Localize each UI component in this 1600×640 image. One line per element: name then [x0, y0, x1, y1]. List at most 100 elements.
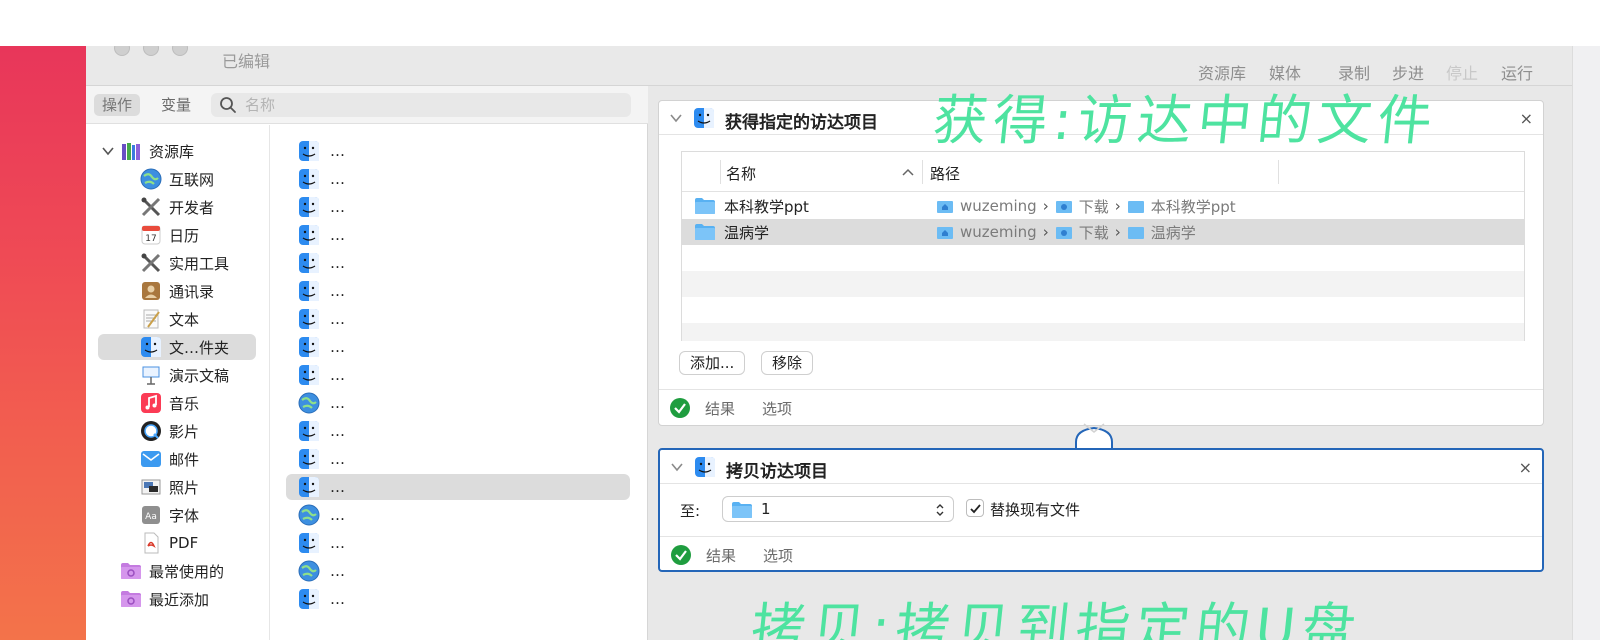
tree-item-library[interactable]: 资源库: [100, 138, 258, 164]
action-list-item[interactable]: …: [286, 166, 630, 192]
chevron-down-icon[interactable]: [669, 111, 683, 125]
svg-text:17: 17: [145, 234, 156, 244]
action-copy-finder-items[interactable]: 拷贝访达项目 × 至: 1 替换现有文件 结果 选项: [658, 448, 1544, 572]
action-list-item[interactable]: …: [286, 558, 630, 584]
finder-icon: [298, 308, 320, 330]
column-name[interactable]: 名称: [726, 163, 756, 184]
tree-item-label: 最常使用的: [149, 562, 225, 581]
desktop-wallpaper: [0, 46, 86, 640]
finder-icon: [298, 280, 320, 302]
chevron-down-icon[interactable]: [100, 143, 116, 159]
tree-item-smart-group[interactable]: 最常使用的: [120, 558, 278, 584]
folder-icon: [732, 502, 752, 518]
action-list-item-label: …: [330, 478, 345, 496]
destination-label: 至:: [680, 502, 701, 520]
action-list-item[interactable]: …: [286, 474, 630, 500]
options-button[interactable]: 选项: [762, 398, 792, 419]
action-list-item[interactable]: …: [286, 502, 630, 528]
library-toolbar: 操作 变量: [86, 86, 648, 124]
action-list-item[interactable]: …: [286, 334, 630, 360]
action-list-item-label: …: [330, 366, 345, 384]
close-icon[interactable]: ×: [1520, 109, 1533, 128]
close-icon[interactable]: ×: [1519, 458, 1532, 477]
action-list-item-label: …: [330, 198, 345, 216]
action-list-item-label: …: [330, 562, 345, 580]
tree-item-label: 日历: [169, 226, 200, 245]
action-list-item-label: …: [330, 506, 345, 524]
minimize-window-button[interactable]: [143, 46, 159, 56]
item-name: 本科教学ppt: [724, 197, 809, 216]
destination-select[interactable]: 1: [722, 496, 954, 522]
action-list-item[interactable]: …: [286, 446, 630, 472]
globe-icon: [298, 392, 320, 414]
finder-icon: [298, 420, 320, 442]
globe-icon: [298, 504, 320, 526]
tab-actions[interactable]: 操作: [94, 94, 141, 116]
tree-item-category[interactable]: 文…件夹: [98, 334, 256, 360]
zoom-window-button[interactable]: [172, 46, 188, 56]
replace-existing-checkbox[interactable]: [966, 499, 984, 517]
mail-icon: [140, 448, 162, 470]
remove-item-button[interactable]: 移除: [761, 351, 814, 375]
tab-variables[interactable]: 变量: [153, 94, 199, 116]
checkmark-icon: [970, 504, 981, 514]
folder-icon: [695, 224, 715, 240]
table-row[interactable]: 本科教学ppt wuzeming › 下载 › 本科教学ppt: [682, 193, 1524, 219]
library-pane: 操作 变量 资源库互联网开发者 17 日历实用工具通讯录文本文…件夹演示文稿音乐影片…: [86, 86, 648, 640]
globe-icon: [140, 168, 162, 190]
action-list-item[interactable]: …: [286, 390, 630, 416]
finder-icon: [298, 224, 320, 246]
home-folder-icon: [937, 201, 953, 213]
home-folder-icon: [937, 227, 953, 239]
action-list-item[interactable]: …: [286, 138, 630, 164]
action-list-item[interactable]: …: [286, 530, 630, 556]
action-list-item-label: …: [330, 310, 345, 328]
finder-icon: [298, 140, 320, 162]
action-list-item-label: …: [330, 450, 345, 468]
results-button[interactable]: 结果: [706, 545, 736, 566]
search-field[interactable]: [211, 93, 631, 117]
action-list-item-label: …: [330, 282, 345, 300]
action-list-item[interactable]: …: [286, 250, 630, 276]
item-path: wuzeming › 下载 › 本科教学ppt: [936, 196, 1236, 217]
action-list-item[interactable]: …: [286, 278, 630, 304]
action-list-item[interactable]: …: [286, 194, 630, 220]
library-action-list: ……………………………………………: [272, 125, 648, 640]
table-row[interactable]: 温病学 wuzeming › 下载 › 温病学: [682, 219, 1524, 245]
toolbar-run-button[interactable]: 运行: [1501, 60, 1533, 84]
finder-icon: [694, 108, 714, 128]
finder-icon: [298, 448, 320, 470]
action-list-item[interactable]: …: [286, 418, 630, 444]
column-path[interactable]: 路径: [930, 163, 960, 184]
action-title: 获得指定的访达项目: [725, 113, 878, 133]
tree-item-label: 文本: [169, 310, 200, 329]
pdf-icon: [140, 532, 162, 554]
add-item-button[interactable]: 添加...: [679, 351, 746, 375]
tree-item-label: 影片: [169, 422, 200, 441]
search-input[interactable]: [245, 94, 615, 116]
tree-item-label: 互联网: [169, 170, 215, 189]
finder-icon: [298, 476, 320, 498]
finder-icon: [298, 196, 320, 218]
finder-icon: [140, 336, 162, 358]
tree-item-label: 开发者: [169, 198, 215, 217]
toolbar-stop-button[interactable]: 停止: [1446, 60, 1478, 84]
library-category-tree: 资源库 互联网 开发者 17 日历 实用工具 通讯录 文本 文…件夹 演示文稿 音乐 影片 邮件 照片 Aa…: [86, 125, 270, 640]
tree-item-label: PDF: [169, 534, 199, 552]
checkmark-circle-icon: [670, 398, 690, 418]
contacts-icon: [140, 280, 162, 302]
library-shelf-icon: [120, 140, 142, 162]
action-list-item[interactable]: …: [286, 586, 630, 612]
finder-icon: [298, 252, 320, 274]
action-list-item[interactable]: …: [286, 362, 630, 388]
tree-item-smart-group[interactable]: 最近添加: [120, 586, 278, 612]
action-list-item[interactable]: …: [286, 222, 630, 248]
action-list-item[interactable]: …: [286, 306, 630, 332]
tree-item-label: 通讯录: [169, 282, 215, 301]
chevron-down-icon[interactable]: [670, 460, 684, 474]
options-button[interactable]: 选项: [763, 545, 793, 566]
close-window-button[interactable]: [114, 46, 130, 56]
results-button[interactable]: 结果: [705, 398, 735, 419]
smart-folder-icon: [120, 588, 142, 610]
font-icon: Aa: [140, 504, 162, 526]
